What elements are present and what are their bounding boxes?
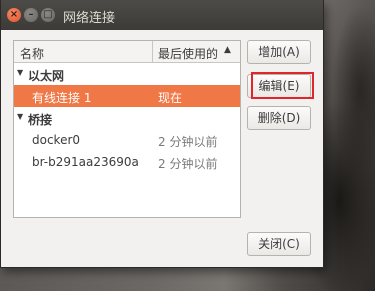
group-label: 以太网 xyxy=(28,69,65,83)
annotation-highlight-box xyxy=(251,72,314,99)
connection-row[interactable]: docker0 2 分钟以前 xyxy=(14,129,240,151)
list-header: 名称 最后使用的 ▲ xyxy=(14,41,240,63)
connection-name: br-b291aa23690a xyxy=(32,155,139,169)
window-title: 网络连接 xyxy=(63,11,116,26)
connection-last-used: 现在 xyxy=(158,91,183,105)
column-divider xyxy=(152,41,153,62)
column-header-name[interactable]: 名称 xyxy=(20,45,44,62)
connection-last-used: 2 分钟以前 xyxy=(158,157,218,171)
connection-row[interactable]: 有线连接 1 现在 xyxy=(14,85,240,107)
network-connections-window: × – □ 网络连接 名称 最后使用的 ▲ ▼ 以太网 有线连接 1 现在 ▼ … xyxy=(0,0,324,268)
add-button[interactable]: 增加(A) xyxy=(247,40,311,64)
connection-row[interactable]: br-b291aa23690a 2 分钟以前 xyxy=(14,151,240,173)
group-label: 桥接 xyxy=(28,113,53,127)
minimize-window-icon[interactable]: – xyxy=(24,8,38,22)
connection-last-used: 2 分钟以前 xyxy=(158,135,218,149)
connection-list[interactable]: 名称 最后使用的 ▲ ▼ 以太网 有线连接 1 现在 ▼ 桥接 docker0 … xyxy=(13,40,241,218)
close-window-icon[interactable]: × xyxy=(7,8,21,22)
close-button[interactable]: 关闭(C) xyxy=(247,232,311,256)
delete-button[interactable]: 删除(D) xyxy=(247,106,311,130)
maximize-window-icon[interactable]: □ xyxy=(41,8,55,22)
connection-name: 有线连接 1 xyxy=(32,91,92,105)
titlebar: × – □ 网络连接 xyxy=(1,0,323,30)
column-header-last-used[interactable]: 最后使用的 xyxy=(158,45,218,62)
expander-down-icon[interactable]: ▼ xyxy=(17,68,23,77)
sort-ascending-icon[interactable]: ▲ xyxy=(224,45,231,55)
connection-name: docker0 xyxy=(32,133,81,147)
group-row-ethernet[interactable]: ▼ 以太网 xyxy=(14,63,240,85)
group-row-bridge[interactable]: ▼ 桥接 xyxy=(14,107,240,129)
expander-down-icon[interactable]: ▼ xyxy=(17,112,23,121)
